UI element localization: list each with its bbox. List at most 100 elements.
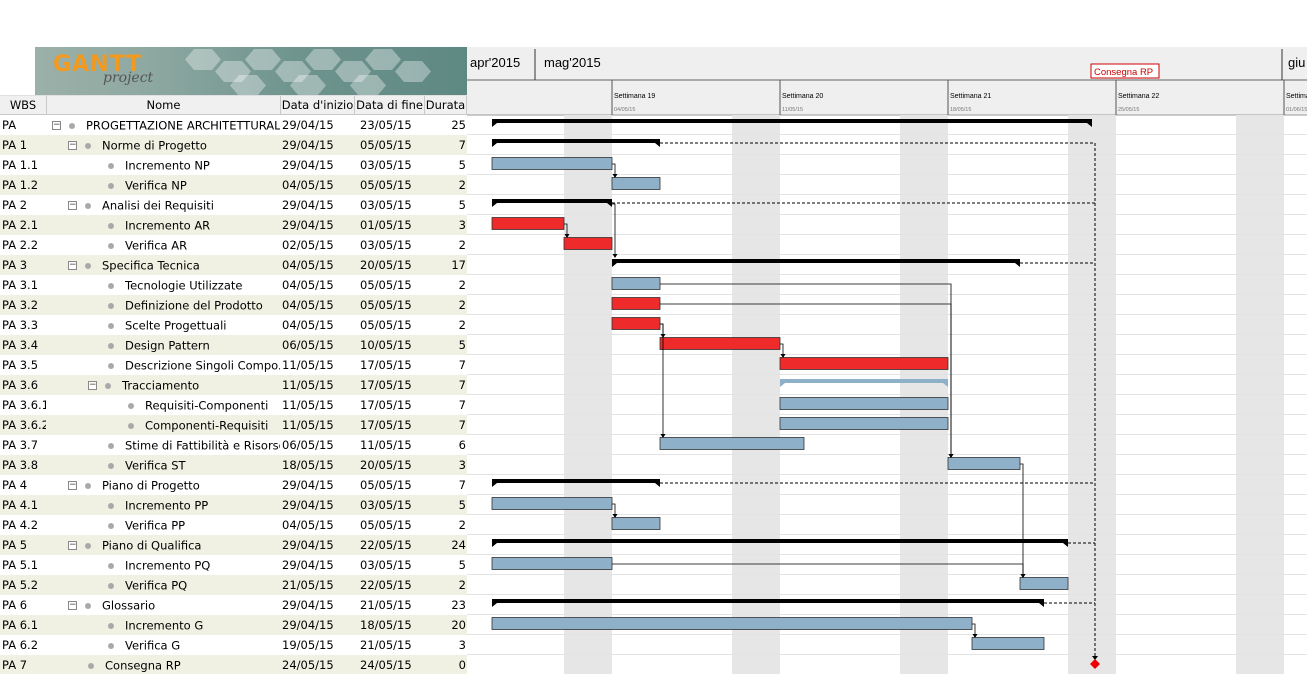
task-name[interactable]: PROGETTAZIONE ARCHITETTURALE (86, 119, 280, 133)
task-name[interactable]: Scelte Progettuali (125, 319, 227, 333)
task-name[interactable]: Tecnologie Utilizzate (125, 279, 242, 293)
collapse-toggle-icon[interactable]: − (52, 121, 61, 130)
wbs-cell: PA 3.2 (2, 298, 39, 312)
table-row[interactable]: PA 3.8 Verifica ST 18/05/15 20/05/15 3 (0, 455, 467, 475)
task-name[interactable]: Norme di Progetto (102, 139, 207, 153)
table-row[interactable]: PA 1.2 Verifica NP 04/05/15 05/05/15 2 (0, 175, 467, 195)
task-bar (779, 417, 949, 430)
table-row[interactable]: PA 3.3 Scelte Progettuali 04/05/15 05/05/15… (0, 315, 467, 335)
gantt-chart-pane[interactable]: apr'2015mag'2015giuana 18Settimana 1904/… (467, 0, 1307, 674)
start-date-cell: 19/05/15 (282, 638, 334, 652)
column-header-duration[interactable]: Durata (425, 96, 467, 115)
task-name[interactable]: Verifica PQ (125, 579, 187, 593)
column-header-end[interactable]: Data di fine (355, 96, 425, 115)
table-row[interactable]: PA 3.2 Definizione del Prodotto 04/05/15 05… (0, 295, 467, 315)
table-row[interactable]: PA 4.2 Verifica PP 04/05/15 05/05/15 2 (0, 515, 467, 535)
task-bullet-icon (108, 442, 114, 449)
table-row[interactable]: PA 2 − Analisi dei Requisiti 29/04/15 03/05/… (0, 195, 467, 215)
task-name[interactable]: Piano di Qualifica (102, 539, 201, 553)
task-name[interactable]: Definizione del Prodotto (125, 299, 263, 313)
summary-bar-end (1039, 603, 1044, 607)
task-bullet-icon (85, 202, 91, 209)
table-row[interactable]: PA 1.1 Incremento NP 29/04/15 03/05/15 5 (0, 155, 467, 175)
task-bullet-icon (85, 482, 91, 489)
task-name-cell: Verifica ST (48, 455, 280, 475)
task-bullet-icon (108, 322, 114, 329)
task-name[interactable]: Verifica G (125, 639, 180, 653)
table-row[interactable]: PA 3.6.2 Componenti-Requisiti 11/05/15 17/0… (0, 415, 467, 435)
task-name-cell: Verifica G (48, 635, 280, 655)
end-date-cell: 05/05/15 (360, 178, 412, 192)
task-name[interactable]: Incremento PQ (125, 559, 210, 573)
table-row[interactable]: PA 5.1 Incremento PQ 29/04/15 03/05/15 5 (0, 555, 467, 575)
collapse-toggle-icon[interactable]: − (68, 601, 77, 610)
wbs-cell: PA 5.2 (2, 578, 39, 592)
task-name[interactable]: Analisi dei Requisiti (102, 199, 214, 213)
table-row[interactable]: PA 5 − Piano di Qualifica 29/04/15 22/05/15 2… (0, 535, 467, 555)
table-row[interactable]: PA 3 − Specifica Tecnica 04/05/15 20/05/15 17 (0, 255, 467, 275)
table-row[interactable]: PA 1 − Norme di Progetto 29/04/15 05/05/15 7 (0, 135, 467, 155)
table-row[interactable]: PA 3.4 Design Pattern 06/05/15 10/05/15 5 (0, 335, 467, 355)
table-row[interactable]: PA 7 Consegna RP 24/05/15 24/05/15 0 (0, 655, 467, 674)
week-label: Settimana 22 (1118, 93, 1159, 100)
duration-cell: 5 (458, 558, 466, 572)
collapse-toggle-icon[interactable]: − (68, 541, 77, 550)
gantt-chart[interactable]: apr'2015mag'2015giuana 18Settimana 1904/… (467, 0, 1307, 674)
table-row[interactable]: PA 3.1 Tecnologie Utilizzate 04/05/15 05/05… (0, 275, 467, 295)
collapse-toggle-icon[interactable]: − (68, 261, 77, 270)
table-row[interactable]: PA 3.7 Stime di Fattibilità e Risorse 06/0… (0, 435, 467, 455)
task-name[interactable]: Glossario (102, 599, 155, 613)
column-header-name[interactable]: Nome (47, 96, 281, 115)
collapse-toggle-icon[interactable]: − (88, 381, 97, 390)
start-date-cell: 18/05/15 (282, 458, 334, 472)
task-name[interactable]: Design Pattern (125, 339, 210, 353)
table-row[interactable]: PA 4 − Piano di Progetto 29/04/15 05/05/15 7 (0, 475, 467, 495)
week-date-label: 18/05/15 (950, 107, 971, 113)
table-row[interactable]: PA 6.1 Incremento G 29/04/15 18/05/15 20 (0, 615, 467, 635)
table-row[interactable]: PA 6.2 Verifica G 19/05/15 21/05/15 3 (0, 635, 467, 655)
table-row[interactable]: PA 4.1 Incremento PP 29/04/15 03/05/15 5 (0, 495, 467, 515)
table-row[interactable]: PA 6 − Glossario 29/04/15 21/05/15 23 (0, 595, 467, 615)
task-name[interactable]: Incremento G (125, 619, 203, 633)
task-bullet-icon (85, 142, 91, 149)
task-name[interactable]: Stime di Fattibilità e Risorse (125, 439, 280, 453)
column-header-start[interactable]: Data d'inizio (281, 96, 355, 115)
wbs-cell: PA 4 (2, 478, 28, 492)
task-name[interactable]: Requisiti-Componenti (145, 399, 268, 413)
table-row[interactable]: PA 2.1 Incremento AR 29/04/15 01/05/15 3 (0, 215, 467, 235)
table-row[interactable]: PA 3.5 Descrizione Singoli Compo... 11/05/… (0, 355, 467, 375)
wbs-cell: PA 6 (2, 598, 28, 612)
wbs-cell: PA 3.8 (2, 458, 39, 472)
duration-cell: 7 (458, 378, 466, 392)
column-header-wbs[interactable]: WBS (0, 96, 47, 115)
table-row[interactable]: PA − PROGETTAZIONE ARCHITETTURALE 29/04/15 2… (0, 115, 467, 135)
duration-cell: 2 (458, 318, 466, 332)
task-name[interactable]: Verifica PP (125, 519, 185, 533)
summary-bar-end (1063, 543, 1068, 547)
task-bullet-icon (108, 162, 114, 169)
task-name[interactable]: Incremento PP (125, 499, 208, 513)
start-date-cell: 04/05/15 (282, 278, 334, 292)
task-name[interactable]: Incremento AR (125, 219, 210, 233)
table-row[interactable]: PA 2.2 Verifica AR 02/05/15 03/05/15 2 (0, 235, 467, 255)
collapse-toggle-icon[interactable]: − (68, 201, 77, 210)
table-row[interactable]: PA 3.6 − Tracciamento 11/05/15 17/05/15 7 (0, 375, 467, 395)
task-name[interactable]: Incremento NP (125, 159, 210, 173)
task-name[interactable]: Tracciamento (122, 379, 199, 393)
task-name[interactable]: Specifica Tecnica (102, 259, 200, 273)
task-name[interactable]: Verifica AR (125, 239, 187, 253)
table-row[interactable]: PA 5.2 Verifica PQ 21/05/15 22/05/15 2 (0, 575, 467, 595)
task-name[interactable]: Verifica NP (125, 179, 187, 193)
task-name[interactable]: Componenti-Requisiti (145, 419, 268, 433)
wbs-cell: PA 3.6 (2, 378, 39, 392)
collapse-toggle-icon[interactable]: − (68, 141, 77, 150)
task-name[interactable]: Consegna RP (105, 659, 181, 673)
duration-cell: 24 (451, 538, 466, 552)
task-name[interactable]: Piano di Progetto (102, 479, 200, 493)
task-name[interactable]: Descrizione Singoli Compo... (125, 359, 280, 373)
collapse-toggle-icon[interactable]: − (68, 481, 77, 490)
task-bullet-icon (69, 122, 75, 129)
task-name[interactable]: Verifica ST (125, 459, 186, 473)
table-row[interactable]: PA 3.6.1 Requisiti-Componenti 11/05/15 17/0… (0, 395, 467, 415)
summary-bar-end (492, 603, 497, 607)
